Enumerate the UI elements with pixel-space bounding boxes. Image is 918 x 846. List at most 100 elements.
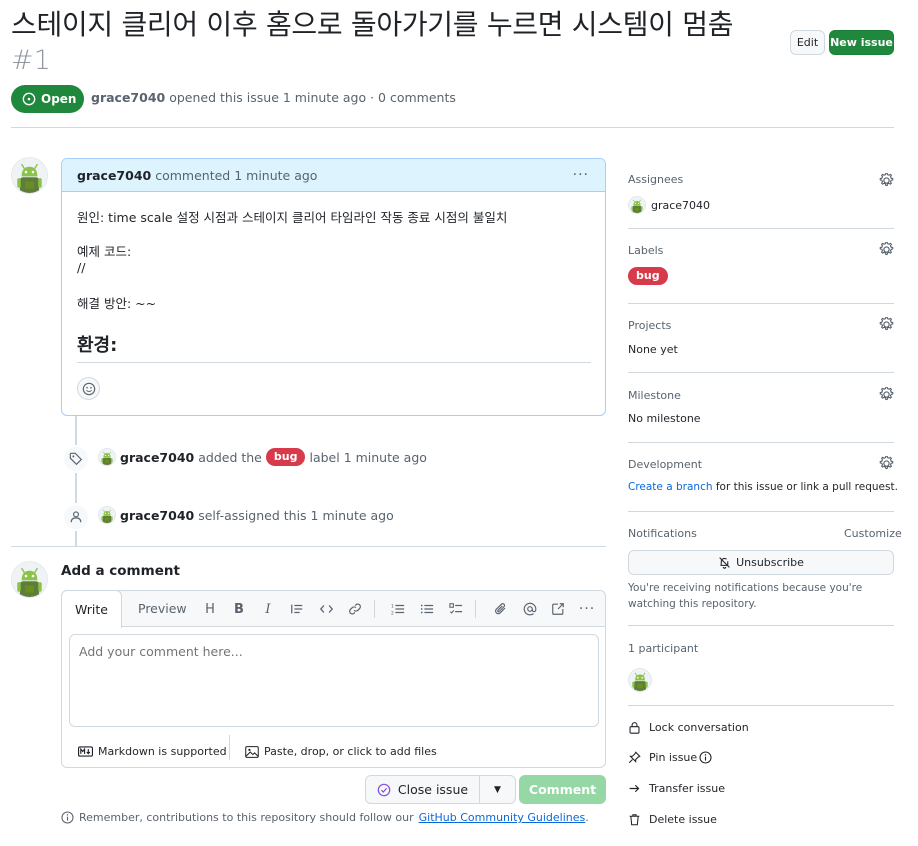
timeline-divider [11,546,606,547]
comment-line: 원인: time scale 설정 시점과 스테이지 클리어 타임라인 작동 종… [77,210,508,225]
task-list-icon[interactable] [447,600,465,618]
close-options-button[interactable]: ▼ [479,775,516,804]
contribution-reminder: Remember, contributions to this reposito… [61,811,589,824]
close-issue-label: Close issue [397,782,469,797]
cross-reference-icon[interactable] [549,600,567,618]
add-comment-heading: Add a comment [61,563,180,579]
markdown-note: Markdown is supported [98,745,227,758]
smiley-icon [82,382,95,395]
sidebar-divider [628,511,894,512]
arrow-right-icon [629,784,640,793]
heading-divider [77,362,591,363]
milestone-heading: Milestone [628,389,681,402]
sidebar-divider [628,372,894,373]
issue-closed-icon [377,783,391,796]
avatar [628,196,646,214]
gear-icon[interactable] [879,387,894,402]
customize-link[interactable]: Customize [844,527,902,540]
info-icon [61,811,74,824]
avatar[interactable] [628,668,652,692]
pin-issue-button[interactable]: Pin issue [628,751,712,764]
issue-meta: grace7040 opened this issue 1 minute ago… [91,90,456,105]
trash-icon [629,814,640,826]
reminder-text: Remember, contributions to this reposito… [79,811,414,824]
bug-label[interactable]: bug [628,267,668,285]
info-icon[interactable] [699,751,712,764]
event-author[interactable]: grace7040 [120,450,194,465]
avatar[interactable] [11,157,48,194]
avatar[interactable] [98,506,116,524]
paperclip-icon[interactable] [492,600,510,618]
issue-title: 스테이지 클리어 이후 홈으로 돌아가기를 누르면 시스템이 멈춤 [11,8,734,41]
edit-button[interactable]: Edit [790,30,825,55]
person-icon [70,511,82,523]
pin-icon [628,751,641,764]
mention-icon[interactable] [521,600,539,618]
tab-write[interactable]: Write [61,590,122,628]
gear-icon[interactable] [879,242,894,257]
comment-time[interactable]: commented 1 minute ago [155,168,317,183]
unsubscribe-button[interactable]: Unsubscribe [628,550,894,575]
svg-text:2: 2 [391,610,394,616]
markdown-supported-link[interactable]: Markdown is supported [78,745,227,758]
delete-label: Delete issue [649,813,717,826]
ordered-list-icon[interactable]: 12 [389,600,407,618]
gear-icon[interactable] [879,173,894,188]
gear-icon[interactable] [879,456,894,471]
lock-conversation-button[interactable]: Lock conversation [628,721,749,734]
assignee[interactable]: grace7040 [628,196,710,214]
gear-icon[interactable] [879,317,894,332]
assignees-heading: Assignees [628,173,684,186]
issue-author[interactable]: grace7040 [91,90,165,105]
event-text: label 1 minute ago [309,449,427,465]
kebab-menu-icon[interactable]: ··· [573,167,589,183]
create-branch-link[interactable]: Create a branch [628,481,713,493]
bold-icon[interactable]: B [230,600,248,618]
projects-value: None yet [628,343,678,356]
close-issue-button[interactable]: Close issue [365,775,480,804]
issue-open-icon [22,92,36,106]
image-icon [245,745,259,758]
pin-label: Pin issue [649,751,698,764]
reminder-suffix: . [585,811,589,824]
timeline-item: grace7040 self-assigned this 1 minute ag… [98,506,394,524]
italic-icon[interactable]: I [259,600,277,618]
delete-issue-button[interactable]: Delete issue [628,813,717,826]
add-reaction-button[interactable] [77,377,100,400]
projects-heading: Projects [628,319,672,332]
more-options-icon[interactable]: ··· [578,600,596,618]
comment-line: // [77,260,86,275]
lock-label: Lock conversation [649,721,749,734]
bell-slash-icon [719,557,730,569]
link-icon[interactable] [346,600,364,618]
unordered-list-icon[interactable] [418,600,436,618]
comment-line: 해결 방안: ~~ [77,296,157,311]
comment-textarea[interactable] [69,634,599,727]
avatar[interactable] [11,561,48,598]
svg-text:1: 1 [391,603,394,609]
unsubscribe-label: Unsubscribe [736,556,804,569]
event-author[interactable]: grace7040 [120,508,194,523]
comment-button[interactable]: Comment [519,775,606,804]
attach-note: Paste, drop, or click to add files [264,745,437,758]
bug-label[interactable]: bug [265,448,306,466]
tab-preview[interactable]: Preview [138,601,187,616]
avatar[interactable] [98,448,116,466]
community-guidelines-link[interactable]: GitHub Community Guidelines [419,811,586,824]
new-issue-button[interactable]: New issue [829,30,894,55]
comment-author[interactable]: grace7040 [77,168,151,183]
quote-icon[interactable] [288,600,306,618]
attach-files-button[interactable]: Paste, drop, or click to add files [245,745,437,758]
labels-heading: Labels [628,244,664,257]
timeline-item: grace7040 added the bug label 1 minute a… [98,448,427,466]
transfer-issue-button[interactable]: Transfer issue [628,782,725,795]
development-text: for this issue or link a pull request. [715,481,898,493]
development-heading: Development [628,458,703,471]
event-text: added the [198,449,262,465]
issue-comment: grace7040 commented 1 minute ago ··· 원인:… [61,158,606,416]
event-text: self-assigned this 1 minute ago [198,507,394,523]
code-icon[interactable] [317,600,335,618]
comment-header: grace7040 commented 1 minute ago ··· [62,159,605,192]
sidebar-divider [628,625,894,626]
heading-icon[interactable]: H [201,600,219,618]
